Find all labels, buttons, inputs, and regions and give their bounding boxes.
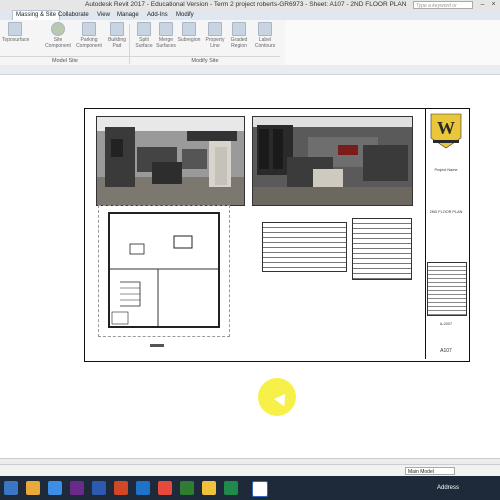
onenote-icon[interactable] xyxy=(70,481,84,495)
subregion-icon xyxy=(182,22,196,36)
tab-add-ins[interactable]: Add-Ins xyxy=(147,11,168,20)
file-explorer-icon[interactable] xyxy=(26,481,40,495)
kitchen-render-2 xyxy=(252,116,413,206)
merge-icon xyxy=(159,22,173,36)
revision-grid xyxy=(427,262,467,316)
close-icon[interactable]: × xyxy=(488,0,499,10)
graded-region-button[interactable]: Graded Region xyxy=(226,22,252,52)
site-component-button[interactable]: Site Component xyxy=(45,22,71,52)
project-name: Project Name xyxy=(434,168,458,172)
parking-component-button[interactable]: Parking Component xyxy=(76,22,102,52)
edge-browser-icon[interactable] xyxy=(48,481,62,495)
property-line-icon xyxy=(208,22,222,36)
options-bar xyxy=(0,65,500,75)
split-icon xyxy=(137,22,151,36)
revit-icon[interactable] xyxy=(252,481,268,497)
toposurface-icon xyxy=(8,22,22,36)
kitchen-render-1-image xyxy=(97,117,244,205)
floor-plan xyxy=(108,212,220,328)
excel-icon[interactable] xyxy=(180,481,194,495)
label-contours-icon xyxy=(258,22,272,36)
sheet-id: A-2007 xyxy=(439,322,453,326)
toposurface-button[interactable]: Toposurface xyxy=(2,22,29,52)
app-icon[interactable] xyxy=(224,481,238,495)
window-title: Autodesk Revit 2017 - Educational Versio… xyxy=(85,1,407,8)
kitchen-render-1 xyxy=(96,116,245,206)
minimize-icon[interactable]: – xyxy=(477,0,488,10)
panel-modify-site: Modify Site xyxy=(130,56,280,65)
parking-icon xyxy=(82,22,96,36)
address-toolbar-label: Address xyxy=(437,485,460,491)
window-schedule xyxy=(352,218,412,280)
start-icon[interactable] xyxy=(4,481,18,495)
tab-collaborate[interactable]: Collaborate xyxy=(58,11,89,20)
tab-modify[interactable]: Modify xyxy=(176,11,194,20)
floor-plan-drawing xyxy=(110,235,218,326)
svg-text:W: W xyxy=(437,118,455,138)
tab-manage[interactable]: Manage xyxy=(117,11,139,20)
property-line-button[interactable]: Property Line xyxy=(202,22,228,52)
tree-icon xyxy=(51,22,65,36)
pad-icon xyxy=(110,22,124,36)
ribbon-empty-area xyxy=(285,20,500,66)
chrome-icon[interactable] xyxy=(158,481,172,495)
tab-view[interactable]: View xyxy=(97,11,110,20)
panel-model-site: Model Site xyxy=(0,56,130,65)
school-logo: W xyxy=(430,113,462,149)
word-icon[interactable] xyxy=(92,481,106,495)
subregion-button[interactable]: Subregion xyxy=(176,22,202,52)
sheet-number: A107 xyxy=(440,348,452,354)
graded-region-icon xyxy=(232,22,246,36)
search-input[interactable]: Type a keyword or phrase xyxy=(413,1,473,17)
powerpoint-icon[interactable] xyxy=(114,481,128,495)
outlook-icon[interactable] xyxy=(136,481,150,495)
building-pad-button[interactable]: Building Pad xyxy=(104,22,130,52)
door-schedule xyxy=(262,222,347,272)
kitchen-render-2-image xyxy=(253,117,412,205)
view-title: 2ND FLOOR PLAN xyxy=(429,210,463,214)
label-contours-button[interactable]: Label Contours xyxy=(252,22,278,52)
active-model-selector[interactable]: Main Model xyxy=(405,467,455,475)
plan-caption xyxy=(150,344,164,347)
camtasia-icon[interactable] xyxy=(202,481,216,495)
